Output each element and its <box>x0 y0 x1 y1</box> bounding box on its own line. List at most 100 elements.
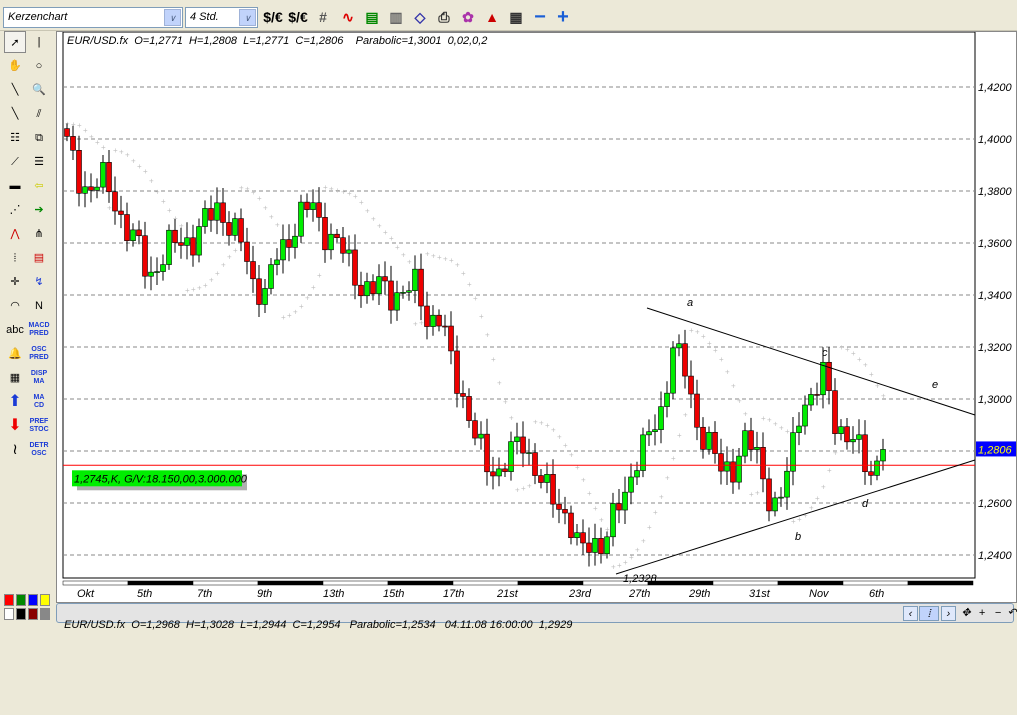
color-green-swatch[interactable] <box>16 594 26 606</box>
candle <box>376 276 382 295</box>
move-icon[interactable]: ✥ <box>959 606 973 621</box>
candle <box>760 447 766 480</box>
detr-osc-button[interactable]: DETR OSC <box>28 439 50 461</box>
note-icon[interactable]: ▤ <box>28 247 50 269</box>
x-tick-label: 29th <box>688 588 710 600</box>
sar-dot: + <box>371 214 376 223</box>
vertical-line-icon[interactable]: | <box>28 31 50 53</box>
grid-icon[interactable]: # <box>312 7 334 27</box>
arrow-up-icon[interactable]: ⬆ <box>4 391 26 413</box>
wave-icon[interactable]: ↯ <box>28 271 50 293</box>
disp-ma-button[interactable]: DISP MA <box>28 367 50 389</box>
eraser-icon[interactable]: ◇ <box>409 7 431 27</box>
chart-panel[interactable]: EUR/USD.fx O=1,2771 H=1,2808 L=1,2771 C=… <box>56 31 1017 603</box>
color-maroon-swatch[interactable] <box>28 608 38 620</box>
color-icon[interactable]: ✿ <box>457 7 479 27</box>
print-icon[interactable]: ⎙ <box>433 7 455 27</box>
bell-icon[interactable]: 🔔 <box>4 343 26 365</box>
sar-dot: + <box>281 313 286 322</box>
sar-dot: + <box>557 432 562 441</box>
arrow-right-icon[interactable]: ➔ <box>28 199 50 221</box>
candle <box>706 431 712 450</box>
settings-icon[interactable]: ▦ <box>505 7 527 27</box>
undo-icon[interactable]: ↶ <box>1005 606 1017 621</box>
color-blue-swatch[interactable] <box>28 594 38 606</box>
color-gray-swatch[interactable] <box>40 608 50 620</box>
osc-pred-button[interactable]: OSC PRED <box>28 343 50 365</box>
candle <box>832 390 838 434</box>
chevron-down-icon[interactable]: ∨ <box>164 9 181 26</box>
horizontal-line-icon[interactable]: ▬ <box>4 175 26 197</box>
freehand-icon[interactable]: ≀ <box>4 439 26 461</box>
candle <box>802 404 808 427</box>
candle <box>694 393 700 428</box>
indicator-panel-icon[interactable]: ▤ <box>361 7 383 27</box>
parallel-lines-icon[interactable]: ⫽ <box>28 103 50 125</box>
scroll-right-button[interactable]: › <box>941 606 956 621</box>
x-tick-label: 7th <box>197 588 212 600</box>
color-yellow-swatch[interactable] <box>40 594 50 606</box>
zoom-out-icon[interactable]: − <box>991 606 1005 621</box>
candle <box>370 281 376 295</box>
pitchfork-icon[interactable]: ⋔ <box>28 223 50 245</box>
scrollbar-thumb[interactable]: ⦙ <box>919 606 939 621</box>
sar-dot: + <box>185 286 190 295</box>
arrow-left-icon[interactable]: ⇦ <box>28 175 50 197</box>
fibonacci-icon[interactable]: ☷ <box>4 127 26 149</box>
indicator-wave-icon[interactable]: ∿ <box>337 7 359 27</box>
sar-dot: + <box>515 485 520 494</box>
color-black-swatch[interactable] <box>16 608 26 620</box>
sar-dot: + <box>461 269 466 278</box>
elliott-icon[interactable]: N <box>28 295 50 317</box>
zoom-out-icon[interactable]: − <box>529 7 551 27</box>
arc-icon[interactable]: ◠ <box>4 295 26 317</box>
diagonal-line-icon[interactable]: ╲ <box>4 103 26 125</box>
candle <box>862 434 868 473</box>
circle-icon[interactable]: ○ <box>28 55 50 77</box>
crosshair-icon[interactable]: ✛ <box>4 271 26 293</box>
chart-type-select[interactable]: Kerzenchart ∨ <box>3 7 183 28</box>
scroll-left-button[interactable]: ‹ <box>903 606 918 621</box>
zoom-box-icon[interactable]: ⧉ <box>28 127 50 149</box>
candle <box>172 229 178 243</box>
sar-dot: + <box>491 355 496 364</box>
day-segment <box>387 580 454 586</box>
color-red-swatch[interactable] <box>4 594 14 606</box>
candle <box>310 202 316 210</box>
gann-fan-icon[interactable]: ⋰ <box>4 199 26 221</box>
macd-button[interactable]: MA CD <box>28 391 50 413</box>
data-window-icon[interactable]: ▥ <box>385 7 407 27</box>
alert-icon[interactable]: ▲ <box>481 7 503 27</box>
status-text: EUR/USD.fx O=1,2968 H=1,3028 L=1,2944 C=… <box>64 619 573 631</box>
zigzag-icon[interactable]: ⋀ <box>4 223 26 245</box>
line-icon[interactable]: ╲ <box>4 79 26 101</box>
calculator-icon[interactable]: ▦ <box>4 367 26 389</box>
timeframe-select[interactable]: 4 Std. ∨ <box>185 7 258 28</box>
candle <box>76 150 82 194</box>
arrow-down-icon[interactable]: ⬇ <box>4 415 26 437</box>
fan-icon[interactable]: ⟋ <box>4 151 26 173</box>
macd-pred-button[interactable]: MACD PRED <box>28 319 50 341</box>
candle <box>244 241 250 262</box>
sar-dot: + <box>257 194 262 203</box>
pointer-icon[interactable]: ➚ <box>4 31 26 53</box>
hand-icon[interactable]: ✋ <box>4 55 26 77</box>
candle <box>394 292 400 311</box>
magnifier-icon[interactable]: 🔍 <box>28 79 50 101</box>
color-white-swatch[interactable] <box>4 608 14 620</box>
dollar-euro-alt-icon[interactable]: $/€ <box>287 7 309 27</box>
zoom-in-icon[interactable]: + <box>552 7 574 27</box>
cycle-lines-icon[interactable]: ⦙ <box>4 247 26 269</box>
candle <box>82 186 88 194</box>
text-tool[interactable]: abc <box>4 319 26 341</box>
horizontal-lines-icon[interactable]: ☰ <box>28 151 50 173</box>
candle <box>100 162 106 188</box>
wave-label-d: d <box>862 498 869 510</box>
pref-stoc-button[interactable]: PREF STOC <box>28 415 50 437</box>
zoom-in-icon[interactable]: + <box>975 606 989 621</box>
candlestick-chart[interactable]: 1,4200 1,4000 1,3800 1,3600 1,3400 1,3200 1,30… <box>57 32 1017 604</box>
candle <box>478 433 484 439</box>
chevron-down-icon[interactable]: ∨ <box>239 9 256 26</box>
sar-dot: + <box>209 276 214 285</box>
dollar-euro-icon[interactable]: $/€ <box>262 7 284 27</box>
